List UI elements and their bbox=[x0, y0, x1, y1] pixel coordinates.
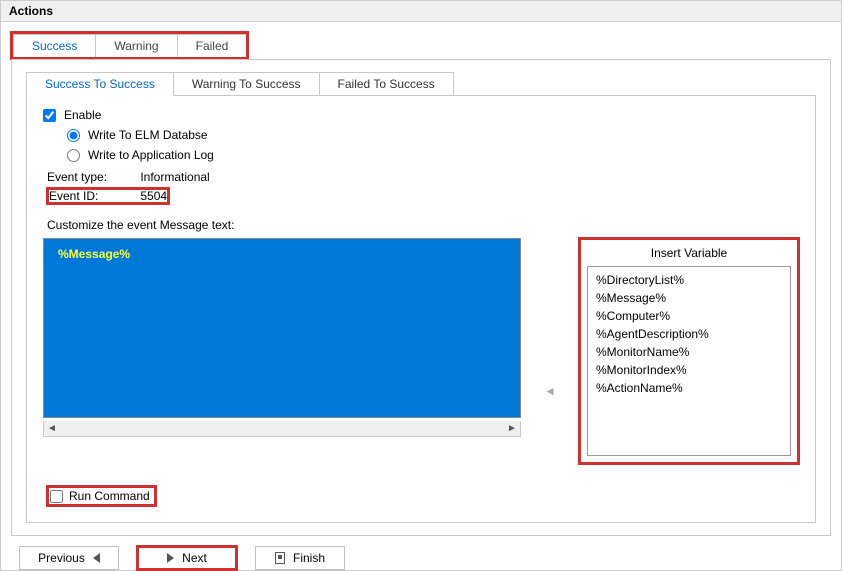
flag-icon bbox=[275, 552, 285, 564]
write-elm-label: Write To ELM Databse bbox=[88, 128, 208, 142]
event-id-label: Event ID: bbox=[49, 189, 137, 203]
previous-button[interactable]: Previous bbox=[19, 546, 119, 570]
scroll-left-icon[interactable]: ◄ bbox=[44, 422, 60, 436]
write-elm-radio[interactable] bbox=[67, 129, 80, 142]
event-type-value: Informational bbox=[140, 170, 209, 184]
tab-failed[interactable]: Failed bbox=[177, 34, 248, 57]
variable-item[interactable]: %Computer% bbox=[592, 307, 786, 325]
event-id-value: 5504 bbox=[140, 189, 167, 203]
enable-checkbox[interactable] bbox=[43, 109, 56, 122]
run-command-checkbox[interactable] bbox=[50, 490, 63, 503]
next-button[interactable]: Next bbox=[137, 546, 237, 570]
tab-success[interactable]: Success bbox=[13, 34, 96, 57]
insert-variable-panel: Insert Variable %DirectoryList%%Message%… bbox=[579, 238, 799, 464]
variable-item[interactable]: %ActionName% bbox=[592, 379, 786, 397]
enable-label: Enable bbox=[64, 108, 101, 122]
page-title: Actions bbox=[1, 1, 841, 22]
customize-message-label: Customize the event Message text: bbox=[47, 218, 799, 232]
previous-label: Previous bbox=[38, 551, 85, 565]
finish-label: Finish bbox=[293, 551, 325, 565]
triangle-right-icon bbox=[167, 553, 174, 563]
variable-item[interactable]: %MonitorName% bbox=[592, 343, 786, 361]
message-textarea[interactable] bbox=[43, 238, 521, 418]
variable-item[interactable]: %AgentDescription% bbox=[592, 325, 786, 343]
variable-item[interactable]: %Message% bbox=[592, 289, 786, 307]
tab-warning[interactable]: Warning bbox=[95, 34, 177, 57]
variable-item[interactable]: %DirectoryList% bbox=[592, 271, 786, 289]
write-applog-label: Write to Application Log bbox=[88, 148, 214, 162]
scroll-right-icon[interactable]: ► bbox=[504, 422, 520, 436]
variable-list[interactable]: %DirectoryList%%Message%%Computer%%Agent… bbox=[587, 266, 791, 456]
next-label: Next bbox=[182, 551, 207, 565]
variable-item[interactable]: %MonitorIndex% bbox=[592, 361, 786, 379]
write-applog-radio[interactable] bbox=[67, 149, 80, 162]
tab-failed-to-success[interactable]: Failed To Success bbox=[319, 72, 454, 96]
event-id-row: Event ID: 5504 bbox=[47, 188, 169, 204]
run-command-label: Run Command bbox=[69, 489, 150, 503]
insert-arrow-icon: ◄ bbox=[541, 384, 559, 398]
finish-button[interactable]: Finish bbox=[255, 546, 345, 570]
event-type-label: Event type: bbox=[47, 170, 137, 184]
insert-variable-title: Insert Variable bbox=[587, 246, 791, 260]
horizontal-scrollbar[interactable]: ◄ ► bbox=[43, 421, 521, 437]
triangle-left-icon bbox=[93, 553, 100, 563]
tab-success-to-success[interactable]: Success To Success bbox=[26, 72, 174, 96]
tab-warning-to-success[interactable]: Warning To Success bbox=[173, 72, 320, 96]
